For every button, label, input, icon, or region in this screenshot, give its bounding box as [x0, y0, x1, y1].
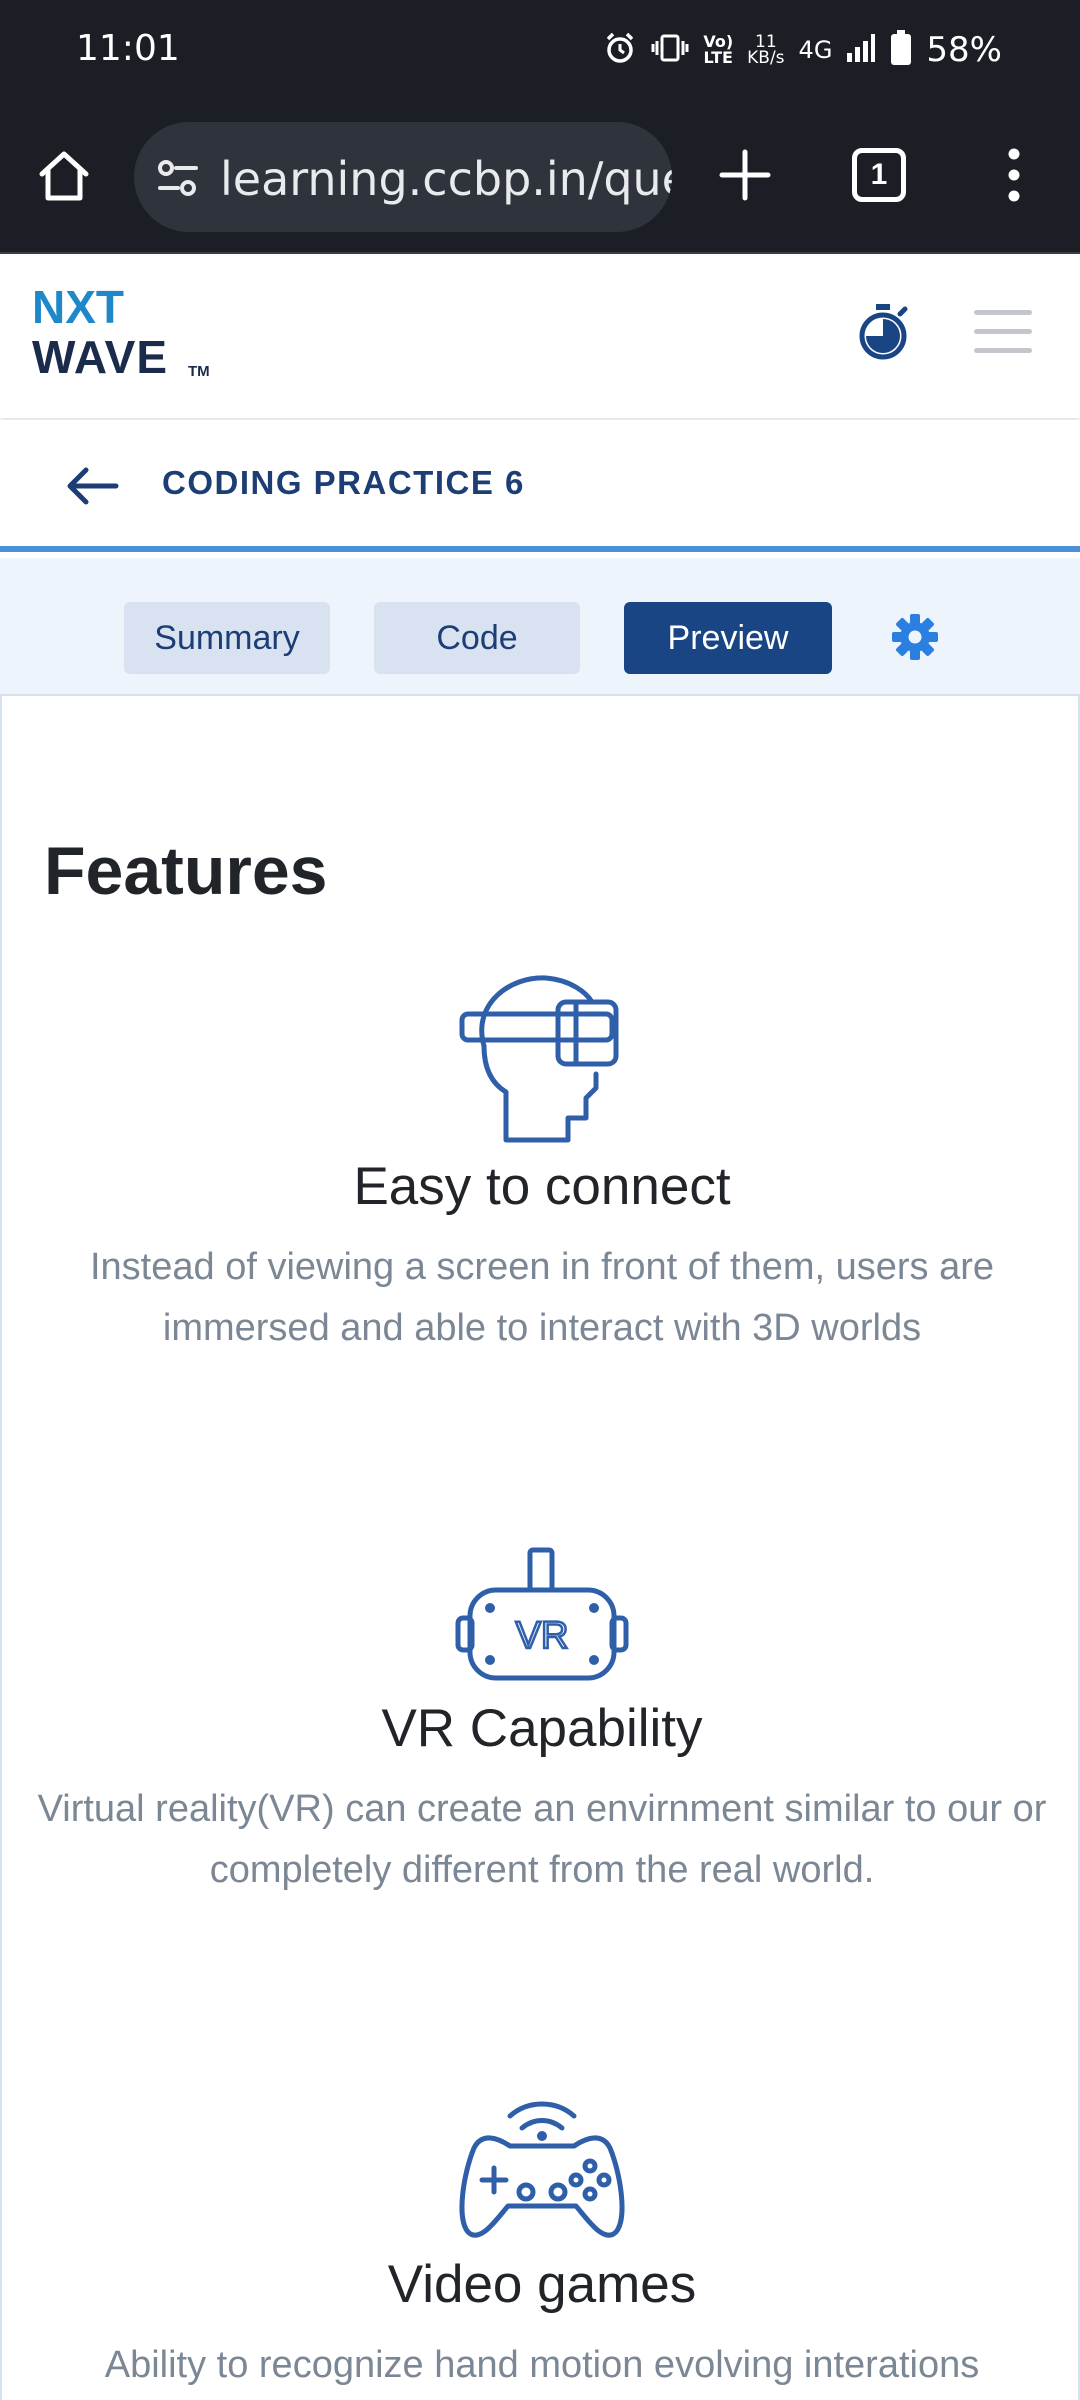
feature-description: Ability to recognize hand motion evolvin… — [104, 2344, 980, 2386]
vr-goggles-icon: VR — [455, 1547, 629, 1681]
vr-headset-head-icon — [459, 975, 619, 1143]
new-tab-button[interactable] — [714, 144, 776, 206]
status-icons: Vo) LTE 11 KB/s 4G 58% — [603, 26, 1002, 74]
vibrate-icon — [651, 33, 689, 68]
feature-title: Video games — [387, 2255, 697, 2314]
home-icon — [39, 151, 89, 201]
status-bar: 11:01 Vo) LTE 11 KB/s 4G 58% — [0, 0, 1080, 100]
gear-icon[interactable] — [890, 612, 940, 662]
preview-pane: Features Easy to connect Instead of view… — [0, 696, 1080, 2400]
feature-title: Easy to connect — [353, 1157, 731, 1216]
feature-card: Easy to connect Instead of viewing a scr… — [2, 974, 1078, 1359]
battery-percentage: 58% — [926, 30, 1002, 70]
menu-line-icon — [974, 310, 1032, 315]
svg-text:WAVE: WAVE — [32, 331, 168, 380]
feature-card: Video games Ability to recognize hand mo… — [2, 2092, 1078, 2396]
feature-description: Virtual reality(VR) can create an envirn… — [37, 1788, 1047, 1891]
hamburger-menu-button[interactable] — [974, 310, 1032, 354]
status-time: 11:01 — [76, 28, 180, 69]
home-button[interactable] — [34, 146, 94, 206]
plus-icon — [719, 149, 771, 201]
svg-text:TM: TM — [188, 363, 210, 380]
menu-line-icon — [974, 348, 1032, 353]
more-vert-icon — [1008, 148, 1020, 202]
nxtwave-logo[interactable]: NXT WAVE TM — [32, 280, 222, 380]
network-type: 4G — [798, 36, 833, 64]
stopwatch-icon[interactable] — [856, 302, 910, 362]
browser-toolbar: learning.ccbp.in/que 1 — [0, 100, 1080, 254]
browser-menu-button[interactable] — [994, 142, 1034, 208]
url-text[interactable]: learning.ccbp.in/que — [220, 152, 672, 206]
signal-icon — [846, 33, 876, 68]
battery-icon — [890, 29, 912, 71]
volte-indicator: Vo) LTE — [703, 32, 734, 67]
app-header: NXT WAVE TM — [0, 256, 1080, 418]
network-speed: 11 KB/s — [747, 32, 785, 68]
site-settings-icon[interactable] — [154, 154, 202, 202]
address-bar[interactable]: learning.ccbp.in/que — [134, 122, 672, 232]
feature-description: Instead of viewing a screen in front of … — [89, 1246, 995, 1349]
features-heading: Features — [44, 833, 328, 909]
tab-preview[interactable]: Preview — [624, 602, 832, 674]
gamepad-icon — [459, 2101, 625, 2238]
menu-line-icon — [974, 329, 1032, 334]
feature-title: VR Capability — [381, 1699, 703, 1758]
practice-title-bar: CODING PRACTICE 6 — [0, 420, 1080, 552]
tab-switcher-button[interactable]: 1 — [852, 148, 906, 202]
back-arrow-icon[interactable] — [64, 462, 120, 510]
svg-text:NXT: NXT — [32, 281, 124, 333]
feature-card: VR VR Capability Virtual reality(VR) can… — [2, 1546, 1078, 1901]
alarm-icon — [603, 31, 637, 70]
tab-summary[interactable]: Summary — [124, 602, 330, 674]
tab-code[interactable]: Code — [374, 602, 580, 674]
page-title: CODING PRACTICE 6 — [162, 464, 525, 501]
svg-text:VR: VR — [516, 1615, 569, 1657]
